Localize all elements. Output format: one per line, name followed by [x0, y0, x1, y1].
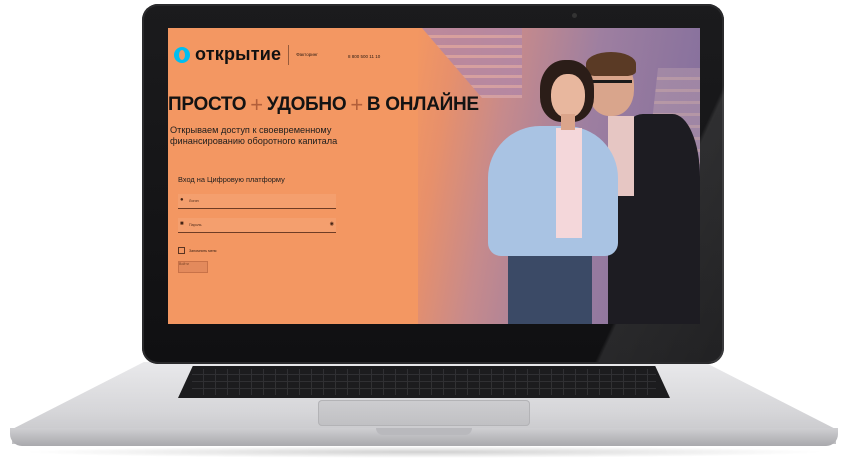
- remember-label: Запомнить меня: [189, 248, 217, 253]
- hero-subhead: Открываем доступ к своевременному финанс…: [170, 125, 338, 146]
- laptop-keyboard: [178, 366, 670, 398]
- login-placeholder: Логин: [189, 199, 199, 203]
- laptop-screen: открытие Факторинг 8 800 500 11 10 ПРОСТ…: [168, 28, 700, 324]
- glasses: [590, 80, 632, 93]
- woman-top: [556, 128, 582, 238]
- password-input[interactable]: ■ Пароль ◉: [178, 218, 336, 233]
- lock-icon: ■: [180, 221, 184, 227]
- header-divider: [288, 44, 290, 65]
- headline-word-3: В ОНЛАЙНЕ: [366, 94, 479, 115]
- woman-jacket: [488, 126, 618, 256]
- submit-label: Войти: [179, 262, 189, 266]
- site-tagline: Факторинг: [296, 52, 318, 57]
- login-input[interactable]: ● Логин: [178, 194, 336, 209]
- header-phone[interactable]: 8 800 500 11 10: [348, 54, 380, 59]
- login-submit-button[interactable]: Войти: [178, 261, 208, 273]
- eye-icon[interactable]: ◉: [330, 221, 334, 227]
- password-placeholder: Пароль: [189, 223, 202, 227]
- user-icon: ●: [180, 197, 184, 203]
- site-header: открытие Факторинг: [174, 44, 318, 65]
- camera-icon: [572, 13, 577, 18]
- laptop-notch: [376, 428, 472, 435]
- headline-word-2: УДОБНО: [266, 94, 347, 115]
- laptop-touchpad: [318, 400, 530, 426]
- site-logo-text[interactable]: открытие: [195, 44, 281, 65]
- headline-word-1: ПРОСТО: [168, 94, 247, 115]
- login-title: Вход на Цифровую платформу: [178, 175, 285, 184]
- checkbox-icon[interactable]: [178, 247, 185, 254]
- headline-separator-1: +: [250, 92, 263, 117]
- laptop-shadow: [20, 446, 828, 458]
- woman-face: [551, 74, 585, 118]
- headline-separator-2: +: [350, 92, 363, 117]
- man-hair: [586, 52, 636, 76]
- keyboard-keys: [192, 369, 656, 395]
- woman-neck: [561, 114, 575, 130]
- hero-headline: ПРОСТО + УДОБНО + В ОНЛАЙНЕ: [168, 92, 479, 118]
- otkritie-logo-icon[interactable]: [174, 46, 190, 63]
- remember-me[interactable]: Запомнить меня: [178, 247, 217, 254]
